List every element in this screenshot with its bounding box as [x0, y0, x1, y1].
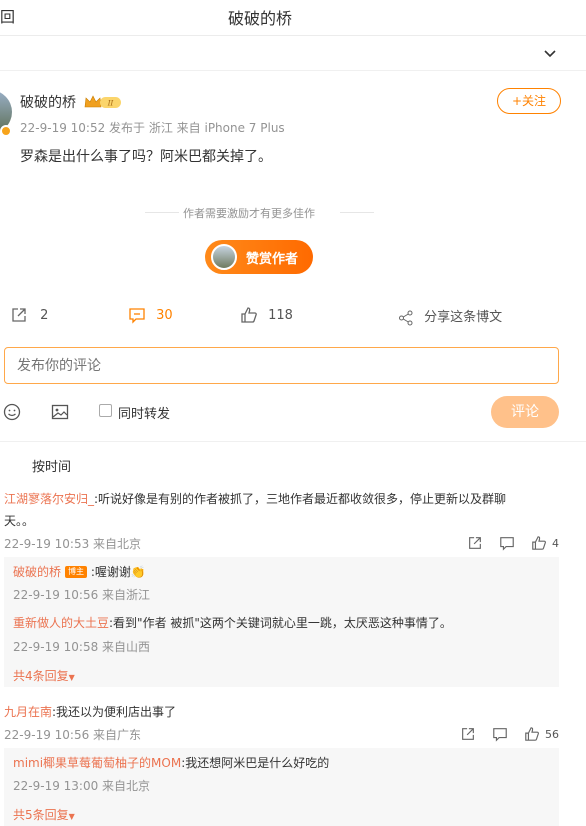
like-icon[interactable]: [524, 726, 540, 742]
forward-icon[interactable]: [460, 726, 476, 742]
forward-icon: [12, 308, 26, 322]
comment-item: 江湖寥落尔安归_:听说好像是有别的作者被抓了，三地作者最近都收敛很多，停止更新以…: [4, 489, 564, 509]
reward-label: 赞赏作者: [246, 252, 299, 267]
chevron-down-icon[interactable]: [543, 46, 557, 60]
share-label: 分享这条博文: [424, 310, 503, 325]
caret-down-icon: ▼: [68, 812, 75, 821]
reply-meta: 22-9-19 10:58 来自山西: [13, 640, 151, 654]
more-replies-link[interactable]: 共5条回复▼: [13, 806, 75, 823]
comment-like-count: 4: [552, 537, 559, 550]
forward-icon[interactable]: [467, 535, 483, 551]
more-replies-link[interactable]: 共4条回复▼: [13, 667, 75, 684]
reply-icon[interactable]: [492, 726, 508, 742]
submit-comment-button[interactable]: 评论: [491, 396, 559, 428]
comment-meta: 22-9-19 10:56 来自广东: [4, 728, 142, 742]
clap-emoji-icon: 👏: [130, 565, 146, 579]
like-icon: [241, 307, 257, 323]
comment-user[interactable]: 江湖寥落尔安归_: [4, 492, 94, 506]
comment-input[interactable]: [4, 347, 559, 384]
divider: [0, 70, 586, 71]
caret-down-icon: ▼: [68, 673, 75, 682]
reply-text: :看到"作者 被抓"这两个关键词就心里一跳，太厌恶这种事情了。: [109, 616, 452, 630]
like-count: 118: [268, 307, 293, 323]
forward-count: 2: [40, 307, 49, 323]
emoji-icon[interactable]: [3, 403, 21, 421]
page-title: 破破的桥: [227, 9, 292, 28]
verified-icon: [0, 125, 12, 137]
divider: [0, 441, 586, 442]
repost-checkbox[interactable]: [99, 404, 112, 417]
reply-user[interactable]: 破破的桥: [13, 565, 61, 579]
comment-count: 30: [156, 307, 173, 323]
reply-item: 破破的桥 博主 :喔谢谢👏: [13, 562, 146, 582]
reply-meta: 22-9-19 13:00 来自北京: [13, 779, 151, 793]
comment-item: 九月在南:我还以为便利店出事了: [4, 702, 176, 722]
image-icon[interactable]: [51, 403, 69, 421]
top-bar: 回 破破的桥: [0, 0, 586, 36]
author-name[interactable]: 破破的桥: [20, 92, 76, 112]
follow-button[interactable]: +关注: [497, 88, 561, 114]
comment-like-count: 56: [545, 728, 559, 741]
reply-user[interactable]: mimi椰果草莓葡萄柚子的MOM: [13, 756, 181, 770]
comment-action[interactable]: 30: [128, 306, 173, 324]
reply-icon[interactable]: [499, 535, 515, 551]
like-action[interactable]: 118: [240, 306, 293, 324]
post-text: 罗森是出什么事了吗？阿米巴都关掉了。: [20, 149, 272, 165]
comment-icon: [129, 308, 145, 324]
reply-item: mimi椰果草莓葡萄柚子的MOM:我还想阿米巴是什么好吃的: [13, 753, 329, 773]
comment-text: :听说好像是有别的作者被抓了，三地作者最近都收敛很多，停止更新以及群聊: [94, 492, 507, 506]
reply-user[interactable]: 重新做人的大土豆: [13, 616, 109, 630]
reply-text: :我还想阿米巴是什么好吃的: [181, 756, 330, 770]
comment-text: :我还以为便利店出事了: [52, 705, 177, 719]
author-tag: 博主: [65, 566, 88, 578]
divider-left: [145, 212, 179, 213]
reply-item: 重新做人的大土豆:看到"作者 被抓"这两个关键词就心里一跳，太厌恶这种事情了。: [13, 613, 553, 633]
like-icon[interactable]: [531, 535, 547, 551]
comment-user[interactable]: 九月在南: [4, 705, 52, 719]
repost-label: 同时转发: [118, 407, 171, 422]
share-icon: [399, 310, 413, 325]
reward-hint: 作者需要激励才有更多佳作: [183, 207, 315, 220]
comment-meta: 22-9-19 10:53 来自北京: [4, 537, 142, 551]
forward-action[interactable]: 2: [10, 306, 48, 324]
reward-avatar: [211, 244, 237, 270]
svg-text:II: II: [107, 100, 114, 108]
share-action[interactable]: 分享这条博文: [398, 306, 502, 326]
member-badge-icon: II: [84, 95, 121, 108]
reply-text: :喔谢谢: [90, 565, 131, 579]
sort-by-time[interactable]: 按时间: [32, 456, 71, 475]
post-meta: 22-9-19 10:52 发布于 浙江 来自 iPhone 7 Plus: [20, 121, 285, 135]
comment-text-cont: 天。。: [4, 514, 35, 528]
divider-right: [340, 212, 374, 213]
reply-meta: 22-9-19 10:56 来自浙江: [13, 588, 151, 602]
